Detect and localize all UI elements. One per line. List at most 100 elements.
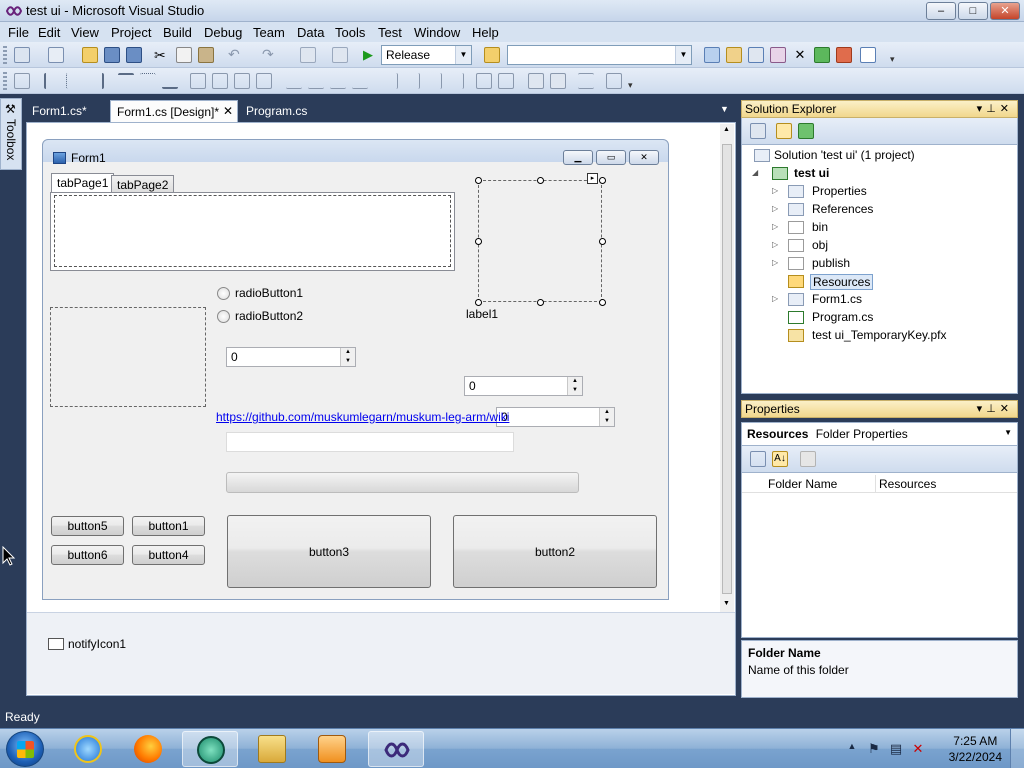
button1[interactable]: button1: [132, 516, 205, 536]
alphabetical-icon[interactable]: A↓: [772, 451, 788, 467]
bring-to-front-icon[interactable]: [528, 73, 544, 89]
chevron-down-icon[interactable]: ▼: [455, 46, 471, 64]
resize-handle[interactable]: [475, 238, 482, 245]
copy-icon[interactable]: [176, 47, 192, 63]
toolbar-grip[interactable]: [3, 72, 7, 90]
align-tops-icon[interactable]: [118, 73, 134, 89]
pin-icon[interactable]: ⊥: [986, 403, 1000, 415]
close-icon[interactable]: ✕: [1000, 403, 1013, 415]
numeric-updown2[interactable]: 0 ▲ ▼: [464, 376, 583, 396]
tree-twisty[interactable]: ▷: [772, 240, 778, 249]
tab-page2[interactable]: tabPage2: [111, 175, 175, 193]
scroll-down-icon[interactable]: ▼: [723, 600, 730, 607]
left-panel[interactable]: [50, 307, 206, 407]
add-item-icon[interactable]: [48, 47, 64, 63]
chevron-down-icon[interactable]: ▼: [1004, 428, 1012, 437]
spin-arrows-icon[interactable]: ▲ ▼: [599, 408, 614, 426]
action-center-flag-icon[interactable]: ⚑: [866, 741, 882, 757]
button6[interactable]: button6: [51, 545, 124, 565]
new-project-icon[interactable]: [14, 47, 30, 63]
resize-handle[interactable]: [537, 177, 544, 184]
numeric-updown1[interactable]: 0 ▲ ▼: [226, 347, 356, 367]
button2[interactable]: button2: [453, 515, 657, 588]
scroll-up-icon[interactable]: ▲: [723, 126, 730, 133]
button4[interactable]: button4: [132, 545, 205, 565]
designer-vertical-scrollbar[interactable]: ▲ ▼: [720, 124, 734, 612]
vertical-spacing-decrease-icon[interactable]: [426, 73, 442, 89]
horizontal-spacing-equal-icon[interactable]: [286, 73, 302, 89]
close-tab-icon[interactable]: ✕: [223, 104, 233, 118]
send-to-back-icon[interactable]: [550, 73, 566, 89]
button5[interactable]: button5: [51, 516, 124, 536]
menu-file[interactable]: File: [8, 25, 29, 40]
menu-tools[interactable]: Tools: [335, 25, 365, 40]
solution-configuration-select[interactable]: Release ▼: [381, 45, 472, 65]
menu-window[interactable]: Window: [414, 25, 460, 40]
selected-panel[interactable]: [478, 180, 602, 302]
close-icon[interactable]: ✕: [1000, 103, 1013, 115]
toolbox-window-icon[interactable]: [770, 47, 786, 63]
radio-button1[interactable]: [217, 287, 230, 300]
text-box[interactable]: [226, 432, 514, 452]
find-combo[interactable]: ▼: [507, 45, 692, 65]
redo-icon[interactable]: ↷: [262, 47, 278, 63]
spin-arrows-icon[interactable]: ▲ ▼: [567, 377, 582, 395]
smart-tag-icon[interactable]: ▸: [587, 173, 598, 184]
open-file-icon[interactable]: [82, 47, 98, 63]
toolbox-tab[interactable]: ⚒ Toolbox: [0, 98, 22, 170]
menu-help[interactable]: Help: [472, 25, 499, 40]
radio-button2[interactable]: [217, 310, 230, 323]
spin-arrows-icon[interactable]: ▲ ▼: [340, 348, 355, 366]
toolbar-grip[interactable]: [3, 46, 7, 64]
paste-icon[interactable]: [198, 47, 214, 63]
tree-twisty[interactable]: ▷: [772, 204, 778, 213]
start-debugging-icon[interactable]: ▶: [360, 47, 376, 63]
undo-icon[interactable]: ↶: [228, 47, 244, 63]
save-all-icon[interactable]: [126, 47, 142, 63]
tab-form1-design[interactable]: Form1.cs [Design]* ✕: [110, 100, 238, 122]
dropdown-icon[interactable]: ▾: [977, 403, 987, 415]
taskbar-app-green[interactable]: [182, 731, 238, 767]
menu-edit[interactable]: Edit: [38, 25, 60, 40]
tree-twisty[interactable]: ▷: [772, 294, 778, 303]
tools-icon[interactable]: ✕: [792, 47, 808, 63]
network-icon[interactable]: ▤: [888, 741, 904, 757]
tree-twisty[interactable]: ▷: [772, 186, 778, 195]
cut-icon[interactable]: ✂: [154, 47, 170, 63]
clock[interactable]: 7:25 AM 3/22/2024: [949, 733, 1002, 765]
categorized-icon[interactable]: [750, 451, 766, 467]
scrollbar-thumb[interactable]: [722, 144, 732, 594]
solution-explorer-icon[interactable]: [704, 47, 720, 63]
tab-page1[interactable]: tabPage1: [51, 173, 115, 193]
property-row-folder-name[interactable]: Folder Name Resources: [742, 475, 1017, 493]
make-same-width-icon[interactable]: [190, 73, 206, 89]
start-button[interactable]: [6, 731, 44, 767]
active-files-dropdown-icon[interactable]: ▼: [720, 104, 729, 114]
align-rights-icon[interactable]: [88, 73, 104, 89]
align-centers-icon[interactable]: [66, 73, 82, 89]
properties-window-icon[interactable]: [726, 47, 742, 63]
toolbar-options-icon[interactable]: ▾: [890, 47, 906, 64]
button3[interactable]: button3: [227, 515, 431, 588]
vertical-spacing-equal-icon[interactable]: [382, 73, 398, 89]
save-icon[interactable]: [104, 47, 120, 63]
make-same-height-icon[interactable]: [212, 73, 228, 89]
property-pages-icon[interactable]: [800, 451, 816, 467]
size-to-grid-icon[interactable]: [256, 73, 272, 89]
resize-handle[interactable]: [475, 299, 482, 306]
properties-object-select[interactable]: Resources Folder Properties ▼: [741, 422, 1018, 446]
align-lefts-icon[interactable]: [44, 73, 60, 89]
extension-manager-icon[interactable]: [836, 47, 852, 63]
maximize-button[interactable]: □: [958, 2, 988, 20]
menu-data[interactable]: Data: [297, 25, 324, 40]
taskbar-media-player[interactable]: [304, 731, 360, 767]
resize-handle[interactable]: [475, 177, 482, 184]
chevron-down-icon[interactable]: ▼: [675, 46, 691, 64]
menu-test[interactable]: Test: [378, 25, 402, 40]
start-page-icon[interactable]: [814, 47, 830, 63]
close-button[interactable]: ✕: [990, 2, 1020, 20]
refresh-icon[interactable]: [798, 123, 814, 139]
vertical-spacing-remove-icon[interactable]: [448, 73, 464, 89]
command-window-icon[interactable]: [860, 47, 876, 63]
menu-view[interactable]: View: [71, 25, 99, 40]
